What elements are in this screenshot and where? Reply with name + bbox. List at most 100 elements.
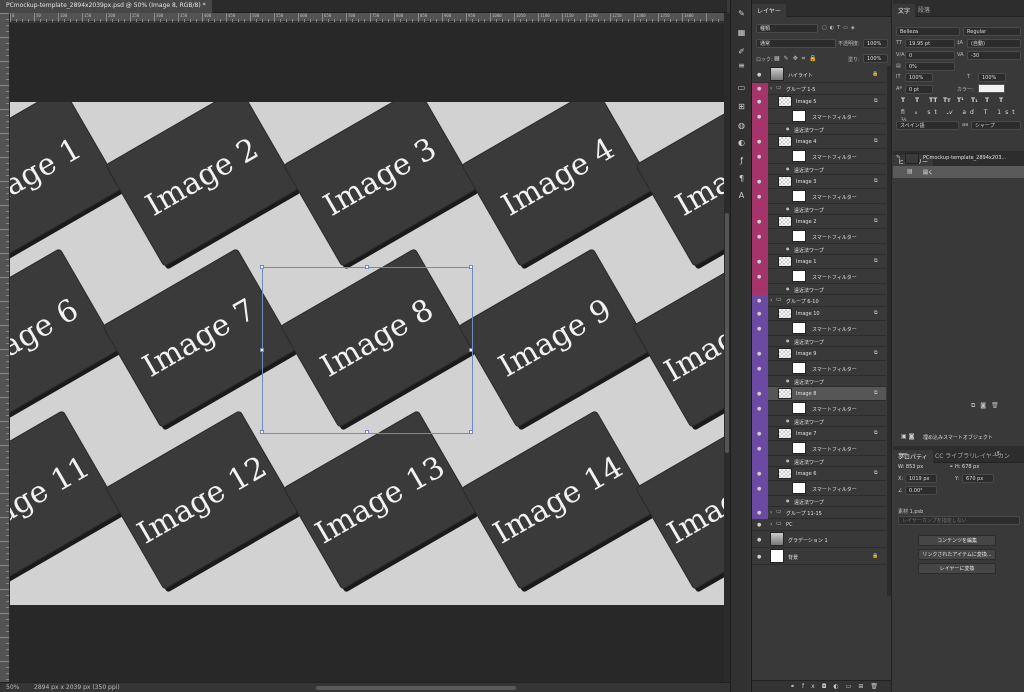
layer-name[interactable]: 遠近法ワープ	[794, 339, 824, 346]
layer-name[interactable]: 遠近法ワープ	[794, 459, 824, 466]
layer-row[interactable]: ● Image 7 ⧉	[752, 427, 886, 441]
layer-name[interactable]: Image 7	[796, 431, 816, 437]
filter-visibility-icon[interactable]: ●	[786, 166, 790, 171]
width-value[interactable]: W: 853 px	[898, 464, 923, 470]
expand-arrow-icon[interactable]: ›	[770, 521, 772, 528]
visibility-eye-icon[interactable]: ●	[757, 446, 766, 452]
layers-icon[interactable]: ≡	[736, 60, 747, 71]
smart-filter-row[interactable]: ● スマートフィルター	[752, 361, 886, 376]
layer-name[interactable]: スマートフィルター	[812, 234, 857, 241]
mockup-card[interactable]: Image 15	[636, 411, 724, 593]
filter-visibility-icon[interactable]: ●	[786, 338, 790, 343]
mockup-card[interactable]: Image 7	[103, 249, 298, 431]
layer-name[interactable]: Image 8	[796, 391, 816, 397]
filter-item-row[interactable]: ● 遠近法ワープ	[752, 284, 886, 295]
mockup-card[interactable]: Image 9	[459, 249, 654, 431]
layer-name[interactable]: スマートフィルター	[812, 194, 857, 201]
expand-arrow-icon[interactable]: ›	[770, 85, 772, 92]
filter-item-row[interactable]: ● 遠近法ワープ	[752, 164, 886, 175]
layer-name[interactable]: 遠近法ワープ	[794, 499, 824, 506]
filter-visibility-icon[interactable]: ●	[786, 498, 790, 503]
layer-name[interactable]: 背景	[788, 554, 798, 561]
text-style-toggle[interactable]: T	[985, 97, 989, 104]
character-icon[interactable]: ƒ	[736, 155, 747, 166]
filter-item-row[interactable]: ● 遠近法ワープ	[752, 456, 886, 467]
angle-input[interactable]: 0.00°	[905, 486, 937, 495]
visibility-eye-icon[interactable]: ●	[757, 391, 766, 397]
visibility-eye-icon[interactable]: ●	[757, 259, 766, 265]
text-style-toggle[interactable]: TT	[929, 97, 937, 104]
paragraph-icon[interactable]: ¶	[736, 173, 747, 184]
visibility-eye-icon[interactable]: ●	[757, 366, 766, 372]
smart-filter-row[interactable]: ● スマートフィルター	[752, 149, 886, 164]
mockup-card[interactable]: Image 3	[284, 102, 479, 270]
link-icon[interactable]: ⚭	[949, 464, 953, 470]
mockup-card[interactable]: Image 6	[10, 249, 121, 431]
visibility-eye-icon[interactable]: ●	[757, 326, 766, 332]
mockup-card[interactable]: Image 10	[633, 249, 724, 431]
visibility-eye-icon[interactable]: ●	[757, 179, 766, 185]
visibility-eye-icon[interactable]: ●	[757, 219, 766, 225]
layer-name[interactable]: Image 5	[796, 99, 816, 105]
filter-visibility-icon[interactable]: ●	[786, 418, 790, 423]
x-input[interactable]: 1019 px	[905, 474, 937, 483]
visibility-eye-icon[interactable]: ●	[757, 431, 766, 437]
convert-to-layers-button[interactable]: レイヤーに変換	[918, 563, 996, 574]
visibility-eye-icon[interactable]: ●	[757, 537, 766, 543]
layer-row[interactable]: ● 背景 🔒	[752, 548, 886, 565]
text-style-toggle[interactable]: T	[915, 97, 919, 104]
visibility-eye-icon[interactable]: ●	[757, 298, 766, 304]
filter-visibility-icon[interactable]: ●	[786, 286, 790, 291]
layer-name[interactable]: Image 2	[796, 219, 816, 225]
font-style-select[interactable]: Regular	[963, 27, 1021, 36]
tsume-input[interactable]: 0%	[905, 62, 955, 71]
layer-name[interactable]: 遠近法ワープ	[794, 379, 824, 386]
layer-name[interactable]: 遠近法ワープ	[794, 287, 824, 294]
layer-name[interactable]: Image 9	[796, 351, 816, 357]
transform-handle[interactable]	[469, 430, 473, 434]
kerning-input[interactable]: 0	[905, 51, 955, 60]
transform-handle[interactable]	[260, 430, 264, 434]
info-icon[interactable]: ▭	[736, 82, 747, 93]
zoom-level[interactable]: 50%	[6, 684, 19, 691]
opacity-input[interactable]: 100%	[863, 39, 888, 48]
layer-name[interactable]: スマートフィルター	[812, 406, 857, 413]
tab-character[interactable]: 文字	[893, 4, 916, 17]
mockup-card[interactable]: Image 11	[10, 411, 124, 593]
mockup-card[interactable]: Image 1	[10, 102, 124, 270]
filter-item-row[interactable]: ● 遠近法ワープ	[752, 416, 886, 427]
filter-icons[interactable]: ▢◐T▭◈	[822, 25, 858, 31]
expand-arrow-icon[interactable]: ›	[770, 297, 772, 304]
height-value[interactable]: H: 678 px	[955, 464, 979, 470]
blend-mode-select[interactable]: 通常	[756, 39, 836, 48]
visibility-eye-icon[interactable]: ●	[757, 471, 766, 477]
mockup-card[interactable]: Image 2	[106, 102, 301, 270]
transform-handle[interactable]	[469, 265, 473, 269]
horizontal-scale-input[interactable]: 100%	[978, 73, 1006, 82]
opentype-toggles[interactable]: ﬁ ℴ st 𝒜 ad T 1st ½	[901, 109, 1021, 124]
document-info[interactable]: 2894 px x 2039 px (350 ppi)	[34, 684, 120, 691]
layer-comp-select[interactable]: レイヤーカンプを指定しない	[898, 516, 1020, 525]
smart-filter-row[interactable]: ● スマートフィルター	[752, 401, 886, 416]
swatches-icon[interactable]: ⊞	[736, 101, 747, 112]
visibility-eye-icon[interactable]: ●	[757, 510, 766, 516]
filter-visibility-icon[interactable]: ●	[786, 378, 790, 383]
layer-name[interactable]: 遠近法ワープ	[794, 127, 824, 134]
visibility-eye-icon[interactable]: ●	[757, 274, 766, 280]
layer-row[interactable]: ● Image 4 ⧉	[752, 135, 886, 149]
layer-row[interactable]: ● ハイライト 🔒	[752, 66, 886, 83]
adjustments-icon[interactable]: ✐	[736, 46, 747, 57]
layer-group-row[interactable]: ● › ▭ グループ 11-15	[752, 507, 886, 519]
transform-handle[interactable]	[364, 430, 369, 434]
expand-arrow-icon[interactable]: ›	[770, 509, 772, 516]
smart-filter-row[interactable]: ● スマートフィルター	[752, 321, 886, 336]
layer-row[interactable]: ● Image 5 ⧉	[752, 95, 886, 109]
layer-name[interactable]: スマートフィルター	[812, 446, 857, 453]
brush-icon[interactable]: ✎	[736, 8, 747, 19]
history-brush-icon[interactable]: ▦	[736, 27, 747, 38]
layer-name[interactable]: Image 4	[796, 139, 816, 145]
tab-layer-comps[interactable]: レイヤーカン	[969, 449, 1015, 462]
filter-visibility-icon[interactable]: ●	[786, 206, 790, 211]
layer-name[interactable]: スマートフィルター	[812, 326, 857, 333]
layer-name[interactable]: PC	[786, 522, 793, 528]
